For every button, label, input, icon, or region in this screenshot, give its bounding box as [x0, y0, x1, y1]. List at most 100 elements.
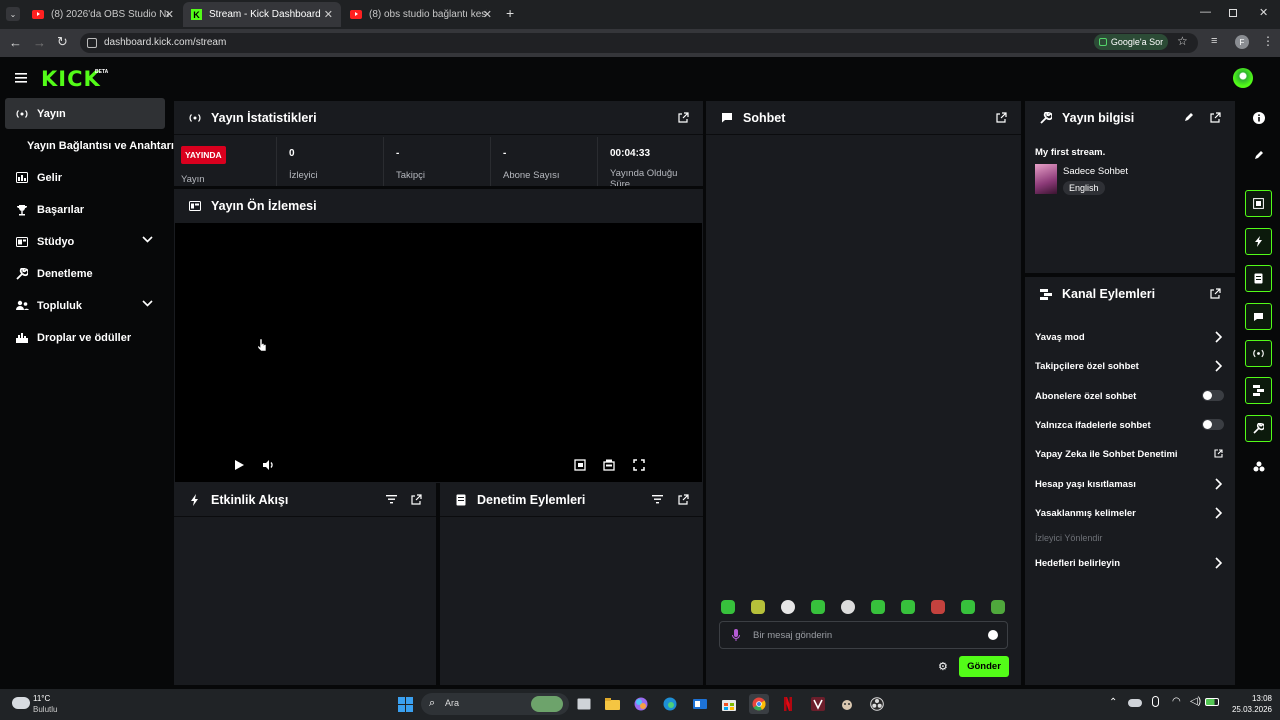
site-info-icon[interactable] [87, 38, 97, 48]
close-icon[interactable]: ✕ [165, 8, 174, 21]
taskbar-search-box[interactable]: ⌕ Ara [421, 693, 569, 715]
emote-3[interactable] [781, 600, 795, 614]
reading-list-icon[interactable]: ≡ [1211, 35, 1217, 47]
send-button[interactable]: Gönder [959, 656, 1009, 677]
set-goals-row[interactable]: Hedefleri belirleyin [1035, 554, 1225, 572]
onedrive-icon[interactable] [1128, 699, 1142, 707]
restore-button[interactable] [1229, 9, 1237, 17]
category-thumbnail[interactable] [1035, 164, 1057, 194]
sidebar-item-community[interactable]: Topluluk [5, 290, 165, 321]
emote-6[interactable] [871, 600, 885, 614]
info-icon[interactable] [1245, 104, 1272, 131]
browser-tab-obs-disconnect[interactable]: (8) obs studio bağlantı kesildi h ✕ [342, 2, 500, 27]
google-ask-button[interactable]: Google'a Sor [1094, 34, 1168, 50]
lightning-icon[interactable] [1245, 228, 1272, 255]
browser-tab-kick-dashboard[interactable]: K Stream - Kick Dashboard ✕ [183, 2, 341, 27]
outlook-icon[interactable] [690, 694, 710, 714]
chevron-up-icon[interactable]: ⌃ [1109, 697, 1117, 708]
sidebar-item-achievements[interactable]: Başarılar [5, 194, 165, 225]
hamburger-menu-icon[interactable] [15, 73, 27, 83]
wifi-icon[interactable]: ◠ [1172, 696, 1181, 707]
popout-icon[interactable] [1210, 112, 1221, 123]
microphone-tray-icon[interactable] [1152, 696, 1159, 707]
browser-tab-obs-video[interactable]: (8) 2026'da OBS Studio Nasıl Ku ✕ [24, 2, 182, 27]
store-icon[interactable] [719, 694, 739, 714]
user-avatar[interactable] [1233, 68, 1253, 88]
close-icon[interactable]: ✕ [324, 8, 333, 21]
browser-menu-icon[interactable]: ⋮ [1262, 34, 1274, 48]
edit-pencil-icon[interactable] [1184, 112, 1194, 122]
chat-message-input[interactable]: Bir mesaj gönderin [719, 621, 1008, 649]
filter-icon[interactable] [652, 494, 663, 504]
popout-icon[interactable] [678, 494, 689, 505]
reload-icon[interactable]: ↻ [57, 34, 68, 50]
close-icon[interactable]: ✕ [483, 8, 492, 21]
bookmark-star-icon[interactable]: ☆ [1177, 34, 1188, 48]
netflix-icon[interactable] [778, 694, 798, 714]
ai-chat-moderation-row[interactable]: Yapay Zeka ile Sohbet Denetimi [1035, 445, 1225, 463]
account-age-restriction-row[interactable]: Hesap yaşı kısıtlaması [1035, 475, 1225, 493]
emote-1[interactable] [721, 600, 735, 614]
battery-icon[interactable] [1205, 698, 1219, 706]
wrench-icon[interactable] [1245, 415, 1272, 442]
chat-bubble-icon[interactable] [1245, 303, 1272, 330]
popout-icon[interactable] [411, 494, 422, 505]
play-icon[interactable] [233, 459, 245, 471]
emote-5[interactable] [841, 600, 855, 614]
slow-mode-row[interactable]: Yavaş mod [1035, 328, 1225, 346]
sidebar-item-drops[interactable]: Droplar ve ödüller [5, 322, 165, 353]
edge-icon[interactable] [660, 694, 680, 714]
emote-9[interactable] [961, 600, 975, 614]
app-pet-icon[interactable] [837, 694, 857, 714]
popout-icon[interactable] [1210, 288, 1221, 299]
theater-mode-icon[interactable] [603, 459, 615, 471]
volume-icon[interactable] [262, 459, 274, 471]
profile-avatar[interactable]: F [1235, 35, 1249, 49]
popout-icon[interactable] [996, 112, 1007, 123]
chat-settings-gear-icon[interactable]: ⚙ [938, 660, 948, 673]
obs-icon[interactable] [867, 694, 887, 714]
weather-cloud-icon[interactable] [12, 697, 30, 709]
address-bar[interactable] [80, 33, 1198, 53]
emote-8[interactable] [931, 600, 945, 614]
forward-arrow-icon[interactable]: → [33, 35, 46, 50]
sidebar-item-revenue[interactable]: Gelir [5, 162, 165, 193]
clock-time[interactable]: 13:08 [1236, 694, 1272, 703]
volume-tray-icon[interactable]: ◁) [1190, 696, 1201, 707]
windows-start-icon[interactable] [395, 694, 415, 714]
close-window-button[interactable]: ✕ [1259, 6, 1268, 19]
emote-4[interactable] [811, 600, 825, 614]
focus-icon[interactable] [1245, 190, 1272, 217]
emote-only-toggle[interactable] [1202, 419, 1224, 430]
edit-pencil-icon[interactable] [1245, 141, 1272, 168]
filter-icon[interactable] [386, 494, 397, 504]
emote-7[interactable] [901, 600, 915, 614]
subscribers-only-toggle[interactable] [1202, 390, 1224, 401]
kick-logo[interactable]: KICK [41, 67, 101, 91]
sidebar-item-stream-key[interactable]: Yayın Bağlantısı ve Anahtarı [17, 130, 177, 161]
channel-actions-icon[interactable] [1245, 377, 1272, 404]
clock-date[interactable]: 25.03.2026 [1226, 705, 1272, 714]
copilot-icon[interactable] [631, 694, 651, 714]
followers-only-chat-row[interactable]: Takipçilere özel sohbet [1035, 357, 1225, 375]
document-icon[interactable] [1245, 265, 1272, 292]
category-name[interactable]: Sadece Sohbet [1063, 166, 1128, 177]
sidebar-item-studio[interactable]: Stüdyo [5, 226, 165, 257]
banned-words-row[interactable]: Yasaklanmış kelimeler [1035, 504, 1225, 522]
fullscreen-icon[interactable] [633, 459, 645, 471]
popout-icon[interactable] [678, 112, 689, 123]
miniplayer-icon[interactable] [574, 459, 586, 471]
file-explorer-icon[interactable] [602, 694, 622, 714]
chrome-icon[interactable] [749, 694, 769, 714]
emote-2[interactable] [751, 600, 765, 614]
broadcast-icon[interactable] [1245, 340, 1272, 367]
sidebar-item-moderation[interactable]: Denetleme [5, 258, 165, 289]
microphone-icon[interactable] [732, 629, 740, 641]
sidebar-item-stream[interactable]: Yayın [5, 98, 165, 129]
video-player[interactable] [175, 223, 702, 482]
task-view-icon[interactable] [574, 694, 594, 714]
tab-search-button[interactable]: ⌄ [6, 7, 20, 21]
new-tab-button[interactable]: + [506, 5, 514, 21]
minimize-button[interactable]: — [1200, 6, 1211, 18]
emote-10[interactable] [991, 600, 1005, 614]
